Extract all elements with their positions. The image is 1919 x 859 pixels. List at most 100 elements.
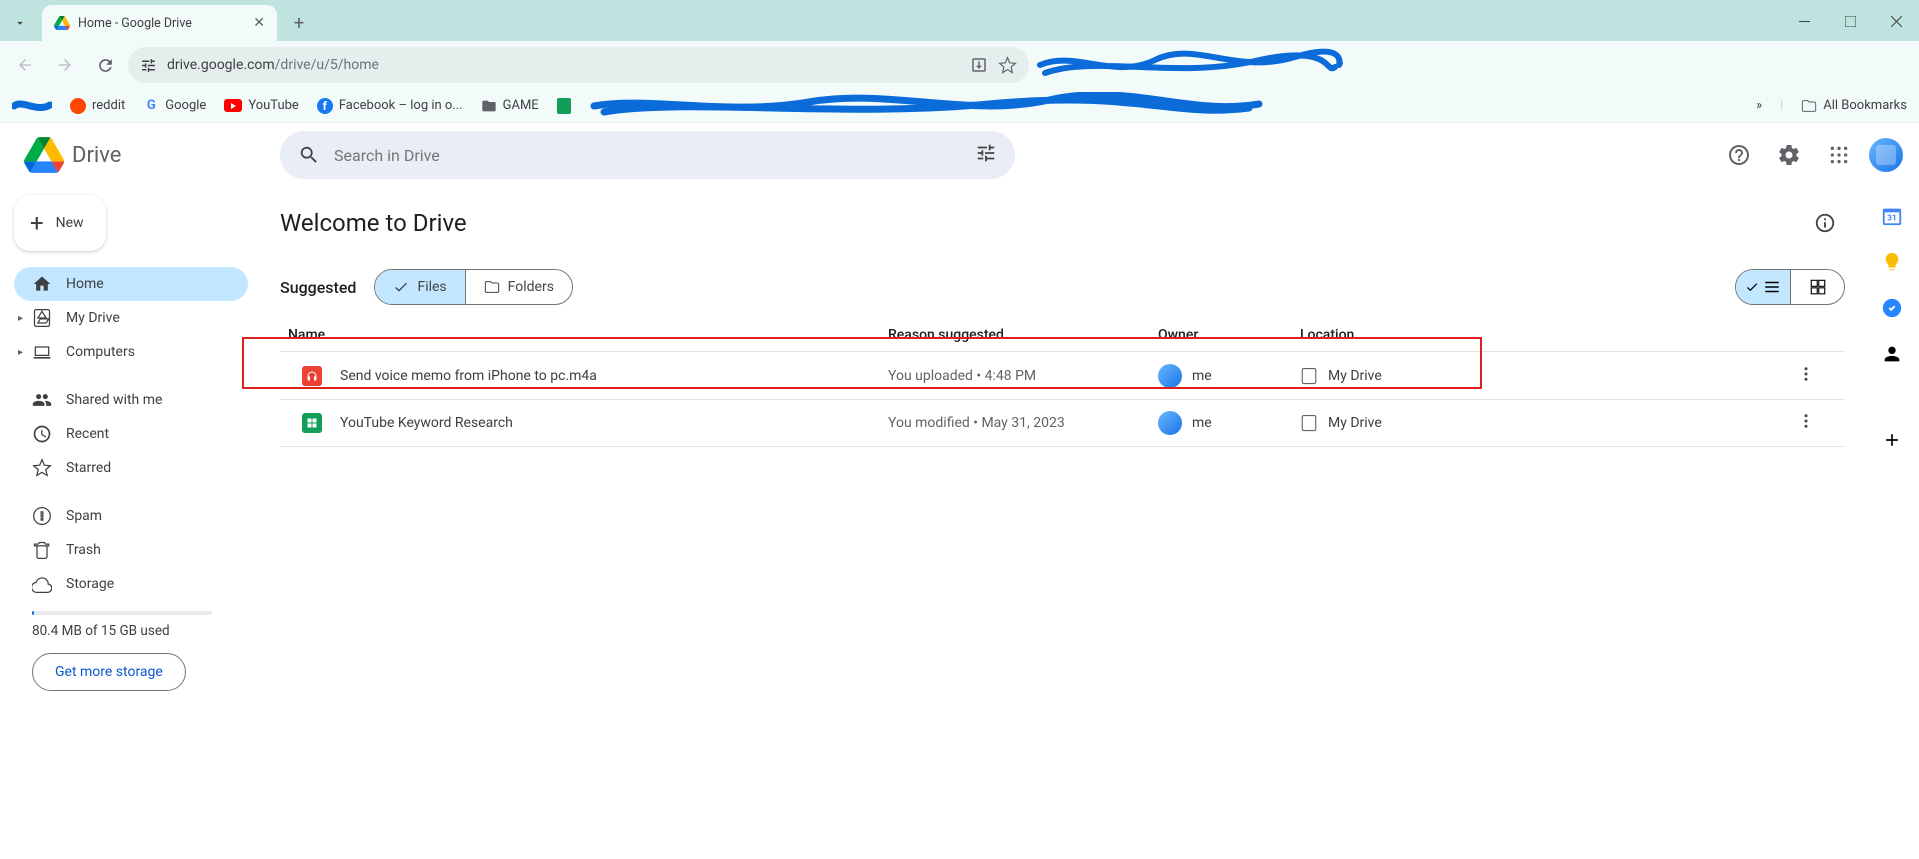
bookmark-youtube[interactable]: YouTube	[224, 98, 299, 113]
new-button[interactable]: +New	[14, 195, 106, 251]
sidebar-item-spam[interactable]: Spam	[14, 499, 248, 533]
sidebar-item-starred[interactable]: Starred	[14, 451, 248, 485]
drive-folder-icon	[32, 308, 52, 328]
close-window-button[interactable]	[1873, 1, 1919, 41]
sidebar-item-storage[interactable]: Storage	[14, 567, 248, 601]
back-button[interactable]	[8, 48, 42, 82]
sheets-icon	[557, 98, 571, 114]
row-menu-button[interactable]	[1797, 365, 1837, 387]
tasks-addon[interactable]	[1881, 297, 1903, 319]
keep-addon[interactable]	[1881, 251, 1903, 273]
sidebar-item-home[interactable]: Home	[14, 267, 248, 301]
get-storage-button[interactable]: Get more storage	[32, 653, 186, 691]
drive-favicon-icon	[54, 15, 70, 31]
file-location: My Drive	[1328, 415, 1382, 431]
suggested-label: Suggested	[280, 278, 356, 297]
all-bookmarks-button[interactable]: All Bookmarks	[1801, 98, 1907, 114]
browser-toolbar: drive.google.com/drive/u/5/home	[0, 41, 1919, 89]
search-bar[interactable]	[280, 131, 1015, 179]
home-icon	[32, 274, 52, 294]
redacted-area	[1035, 47, 1912, 83]
drive-logo-icon	[24, 135, 64, 175]
search-options-button[interactable]	[965, 132, 1007, 178]
audio-file-icon	[302, 366, 322, 386]
sidebar-item-computers[interactable]: ▸Computers	[14, 335, 248, 369]
file-table: Name Reason suggested Owner Location Sen…	[280, 327, 1845, 447]
owner-avatar-icon	[1158, 411, 1182, 435]
bookmark-reddit[interactable]: reddit	[70, 98, 125, 114]
sidebar-item-recent[interactable]: Recent	[14, 417, 248, 451]
table-row[interactable]: YouTube Keyword Research You modified • …	[280, 399, 1845, 447]
app-name: Drive	[72, 143, 121, 168]
cloud-icon	[32, 574, 52, 594]
site-settings-icon[interactable]	[140, 57, 157, 74]
grid-view-button[interactable]	[1790, 270, 1844, 304]
file-location: My Drive	[1328, 368, 1382, 384]
list-view-button[interactable]	[1736, 270, 1790, 304]
bookmark-facebook[interactable]: fFacebook – log in o...	[317, 98, 463, 114]
bookmark-google[interactable]: GGoogle	[143, 98, 206, 114]
apps-grid-icon	[1829, 145, 1849, 165]
drive-header: Drive	[0, 123, 1919, 187]
storage-bar	[32, 611, 212, 615]
bookmark-overflow-icon[interactable]: »	[1756, 98, 1762, 113]
bookmark-sheets-redacted[interactable]	[557, 98, 571, 114]
bookmark-game[interactable]: GAME	[481, 98, 539, 114]
expand-arrow-icon[interactable]: ▸	[18, 313, 23, 324]
page-title: Welcome to Drive	[280, 209, 467, 237]
table-header: Name Reason suggested Owner Location	[280, 327, 1845, 351]
column-name[interactable]: Name	[288, 327, 888, 343]
drive-logo[interactable]: Drive	[12, 135, 272, 175]
browser-tab[interactable]: Home - Google Drive ✕	[42, 5, 277, 41]
folder-icon	[1801, 98, 1817, 114]
apps-button[interactable]	[1819, 135, 1859, 175]
file-name: Send voice memo from iPhone to pc.m4a	[340, 368, 597, 384]
support-button[interactable]	[1719, 135, 1759, 175]
account-avatar[interactable]	[1869, 138, 1903, 172]
redacted-bookmarks	[589, 92, 1738, 120]
install-app-icon[interactable]	[970, 56, 988, 74]
calendar-addon[interactable]: 31	[1881, 205, 1903, 227]
url-text: drive.google.com/drive/u/5/home	[167, 57, 960, 73]
people-icon	[32, 390, 52, 410]
redacted-bookmark	[12, 97, 52, 115]
get-addons-button[interactable]	[1881, 429, 1903, 451]
reddit-icon	[70, 98, 86, 114]
browser-tab-strip: Home - Google Drive ✕ +	[0, 0, 1919, 41]
close-tab-icon[interactable]: ✕	[253, 15, 265, 31]
contacts-addon[interactable]	[1881, 343, 1903, 365]
file-reason: You uploaded • 4:48 PM	[888, 368, 1158, 384]
folder-icon	[481, 98, 497, 114]
google-icon: G	[143, 98, 159, 114]
new-tab-button[interactable]: +	[285, 9, 313, 37]
bookmark-star-icon[interactable]	[998, 56, 1017, 75]
chip-folders[interactable]: Folders	[465, 270, 572, 304]
reload-button[interactable]	[88, 48, 122, 82]
details-button[interactable]	[1805, 203, 1845, 243]
tab-search-dropdown[interactable]	[2, 5, 38, 41]
sidebar-item-shared[interactable]: Shared with me	[14, 383, 248, 417]
column-owner[interactable]: Owner	[1158, 327, 1300, 343]
sheets-file-icon	[302, 413, 322, 433]
forward-button[interactable]	[48, 48, 82, 82]
sidebar-item-trash[interactable]: Trash	[14, 533, 248, 567]
column-reason[interactable]: Reason suggested	[888, 327, 1158, 343]
window-controls	[1781, 1, 1919, 41]
sidebar: +New Home ▸My Drive ▸Computers Shared wi…	[0, 187, 260, 691]
settings-button[interactable]	[1769, 135, 1809, 175]
main-content: Welcome to Drive Suggested Files Folders…	[260, 187, 1865, 691]
sidebar-item-mydrive[interactable]: ▸My Drive	[14, 301, 248, 335]
list-icon	[1763, 278, 1781, 296]
table-row[interactable]: Send voice memo from iPhone to pc.m4a Yo…	[280, 351, 1845, 399]
grid-icon	[1809, 278, 1827, 296]
minimize-button[interactable]	[1781, 1, 1827, 41]
row-menu-button[interactable]	[1797, 412, 1837, 434]
chip-files[interactable]: Files	[375, 270, 464, 304]
check-icon	[1745, 280, 1759, 294]
search-input[interactable]	[334, 146, 951, 165]
expand-arrow-icon[interactable]: ▸	[18, 347, 23, 358]
address-bar[interactable]: drive.google.com/drive/u/5/home	[128, 47, 1029, 83]
maximize-button[interactable]	[1827, 1, 1873, 41]
file-name: YouTube Keyword Research	[340, 415, 513, 431]
column-location[interactable]: Location	[1300, 327, 1797, 343]
